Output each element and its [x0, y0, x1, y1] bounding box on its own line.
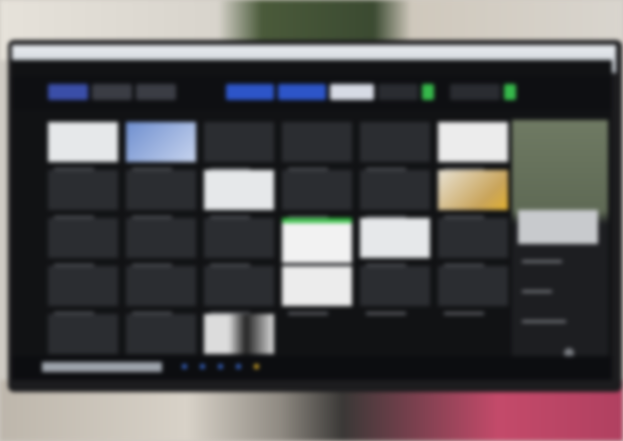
side-panel-line [522, 290, 552, 293]
thumbnail-tile[interactable] [48, 122, 118, 171]
thumbnail-tile[interactable] [438, 122, 508, 171]
thumbnail-tile[interactable] [126, 170, 196, 219]
status-indicator-2[interactable] [504, 84, 516, 100]
thumbnail-tile[interactable] [360, 122, 430, 171]
status-dot [182, 364, 187, 369]
tab-button-2[interactable] [278, 84, 326, 100]
thumbnail-tile[interactable] [204, 314, 274, 363]
thumbnail-tile[interactable] [282, 122, 352, 171]
thumbnail-tile[interactable] [48, 218, 118, 267]
thumbnail-tile[interactable] [126, 218, 196, 267]
thumbnail-tile[interactable] [48, 170, 118, 219]
thumbnail-tile[interactable] [282, 266, 352, 315]
nav-button-3[interactable] [136, 84, 176, 100]
thumbnail-tile[interactable] [204, 266, 274, 315]
status-indicator[interactable] [422, 84, 434, 100]
side-panel-line [522, 320, 566, 323]
side-panel [512, 120, 608, 380]
app-toolbar [12, 76, 612, 110]
thumbnail-tile[interactable] [48, 314, 118, 363]
thumbnail-tile[interactable] [282, 170, 352, 219]
status-dot [254, 364, 259, 369]
thumbnail-tile[interactable] [282, 218, 352, 272]
thumbnail-tile[interactable] [204, 170, 274, 219]
tab-button-1[interactable] [226, 84, 274, 100]
thumbnail-tile[interactable] [126, 314, 196, 363]
thumbnail-tile[interactable] [438, 170, 508, 219]
status-dot [200, 364, 205, 369]
thumbnail-tile[interactable] [360, 170, 430, 219]
thumbnail-caption [366, 312, 406, 315]
nav-button-1[interactable] [48, 84, 88, 100]
thumbnail-tile[interactable] [360, 266, 430, 315]
thumbnail-tile[interactable] [204, 218, 274, 267]
thumbnail-caption [288, 312, 328, 315]
status-bar [12, 356, 612, 380]
blurred-photo [0, 0, 623, 441]
thumbnail-tile[interactable] [438, 266, 508, 315]
thumbnail-caption [444, 312, 484, 315]
thumbnail-tile[interactable] [360, 218, 430, 267]
status-dot [218, 364, 223, 369]
tab-button-4[interactable] [378, 84, 418, 100]
thumbnail-tile[interactable] [126, 266, 196, 315]
progress-bar [42, 362, 162, 372]
side-panel-line [522, 260, 562, 263]
monitor-screen [12, 60, 612, 380]
thumbnail-tile[interactable] [48, 266, 118, 315]
thumbnail-tile[interactable] [438, 218, 508, 267]
tab-button-5[interactable] [450, 84, 500, 100]
thumbnail-tile[interactable] [204, 122, 274, 171]
tab-button-3[interactable] [330, 84, 374, 100]
nav-button-2[interactable] [92, 84, 132, 100]
side-panel-preview [518, 210, 598, 244]
thumbnail-tile[interactable] [126, 122, 196, 171]
status-dot [236, 364, 241, 369]
